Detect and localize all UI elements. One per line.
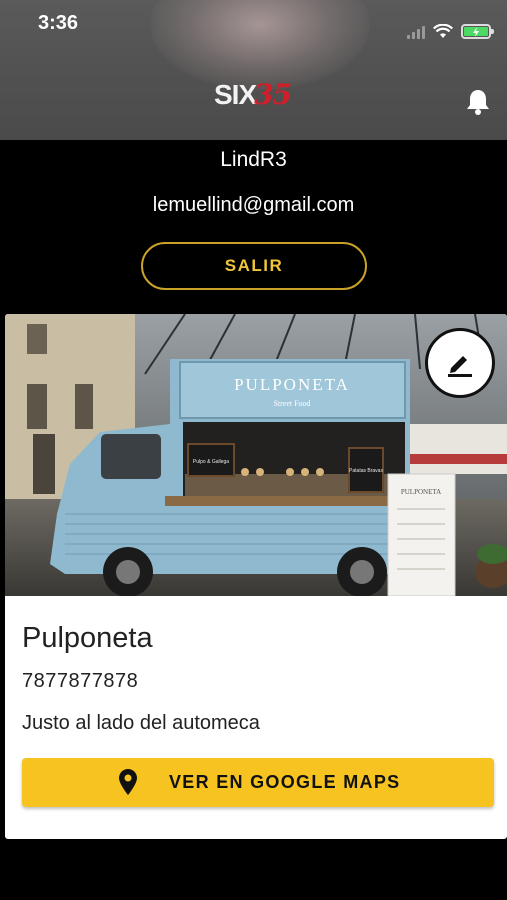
map-pin-icon	[119, 769, 137, 795]
business-phone: 7877877878	[22, 670, 139, 692]
google-maps-button[interactable]: VER EN GOOGLE MAPS	[22, 758, 494, 807]
chalk-sign-right: Patatas Bravas	[349, 468, 383, 474]
logout-button[interactable]: SALIR	[141, 242, 367, 290]
business-name: Pulponeta	[22, 622, 153, 654]
profile-username: LindR3	[220, 148, 287, 171]
pencil-icon	[448, 356, 472, 377]
wifi-icon	[433, 24, 453, 38]
truck-sign-subtext: Street Food	[273, 399, 310, 408]
signal-icon	[407, 25, 425, 39]
business-description: Justo al lado del automeca	[22, 712, 260, 734]
menu-board-title: PULPONETA	[401, 488, 441, 496]
header-background-blur	[150, 0, 370, 90]
status-time: 3:36	[38, 12, 79, 34]
edit-button[interactable]	[425, 328, 495, 398]
business-card: PULPONETA Street Food Pulpo & Gallega Pa…	[5, 314, 507, 839]
bell-icon[interactable]	[465, 88, 491, 116]
status-icons	[407, 24, 494, 39]
app-header: 3:36 SIX35	[0, 0, 507, 140]
google-maps-label: VER EN GOOGLE MAPS	[169, 772, 401, 792]
battery-icon	[461, 24, 494, 39]
profile-email: lemuellind@gmail.com	[152, 194, 355, 216]
chalk-sign-left: Pulpo & Gallega	[193, 459, 229, 465]
app-logo: SIX35	[214, 78, 292, 111]
truck-sign-text: PULPONETA	[234, 375, 350, 394]
